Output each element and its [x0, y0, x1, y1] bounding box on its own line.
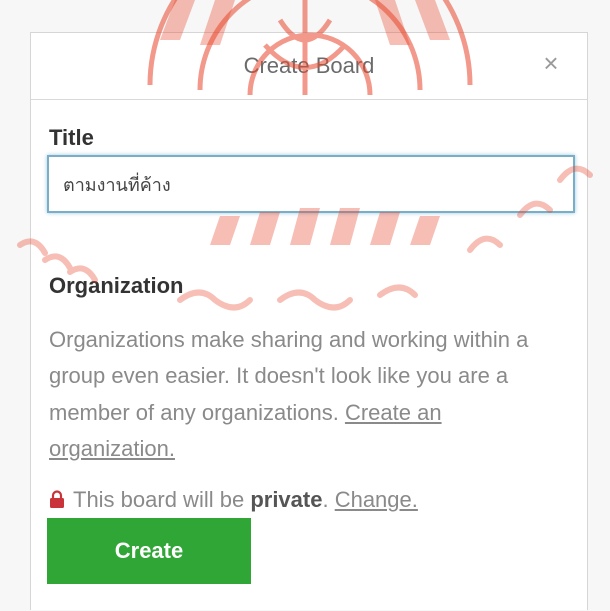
page: Create Board × Title Organization Organi… [0, 0, 610, 611]
title-label: Title [49, 125, 94, 150]
board-title-input[interactable] [47, 155, 575, 213]
privacy-notice: This board will be private. Change. [49, 487, 418, 515]
privacy-suffix: . [322, 487, 335, 512]
lock-icon [49, 489, 65, 515]
change-privacy-link[interactable]: Change. [335, 487, 418, 512]
create-board-dialog: Create Board × Title Organization Organi… [30, 32, 588, 610]
organization-description: Organizations make sharing and working w… [49, 285, 569, 468]
privacy-prefix: This board will be [73, 487, 251, 512]
dialog-title: Create Board [243, 53, 375, 78]
dialog-header: Create Board × [31, 33, 587, 100]
organization-description-text: Organizations make sharing and working w… [49, 326, 529, 425]
create-button[interactable]: Create [47, 518, 251, 584]
close-icon[interactable]: × [537, 49, 565, 77]
privacy-level: private [250, 487, 323, 512]
